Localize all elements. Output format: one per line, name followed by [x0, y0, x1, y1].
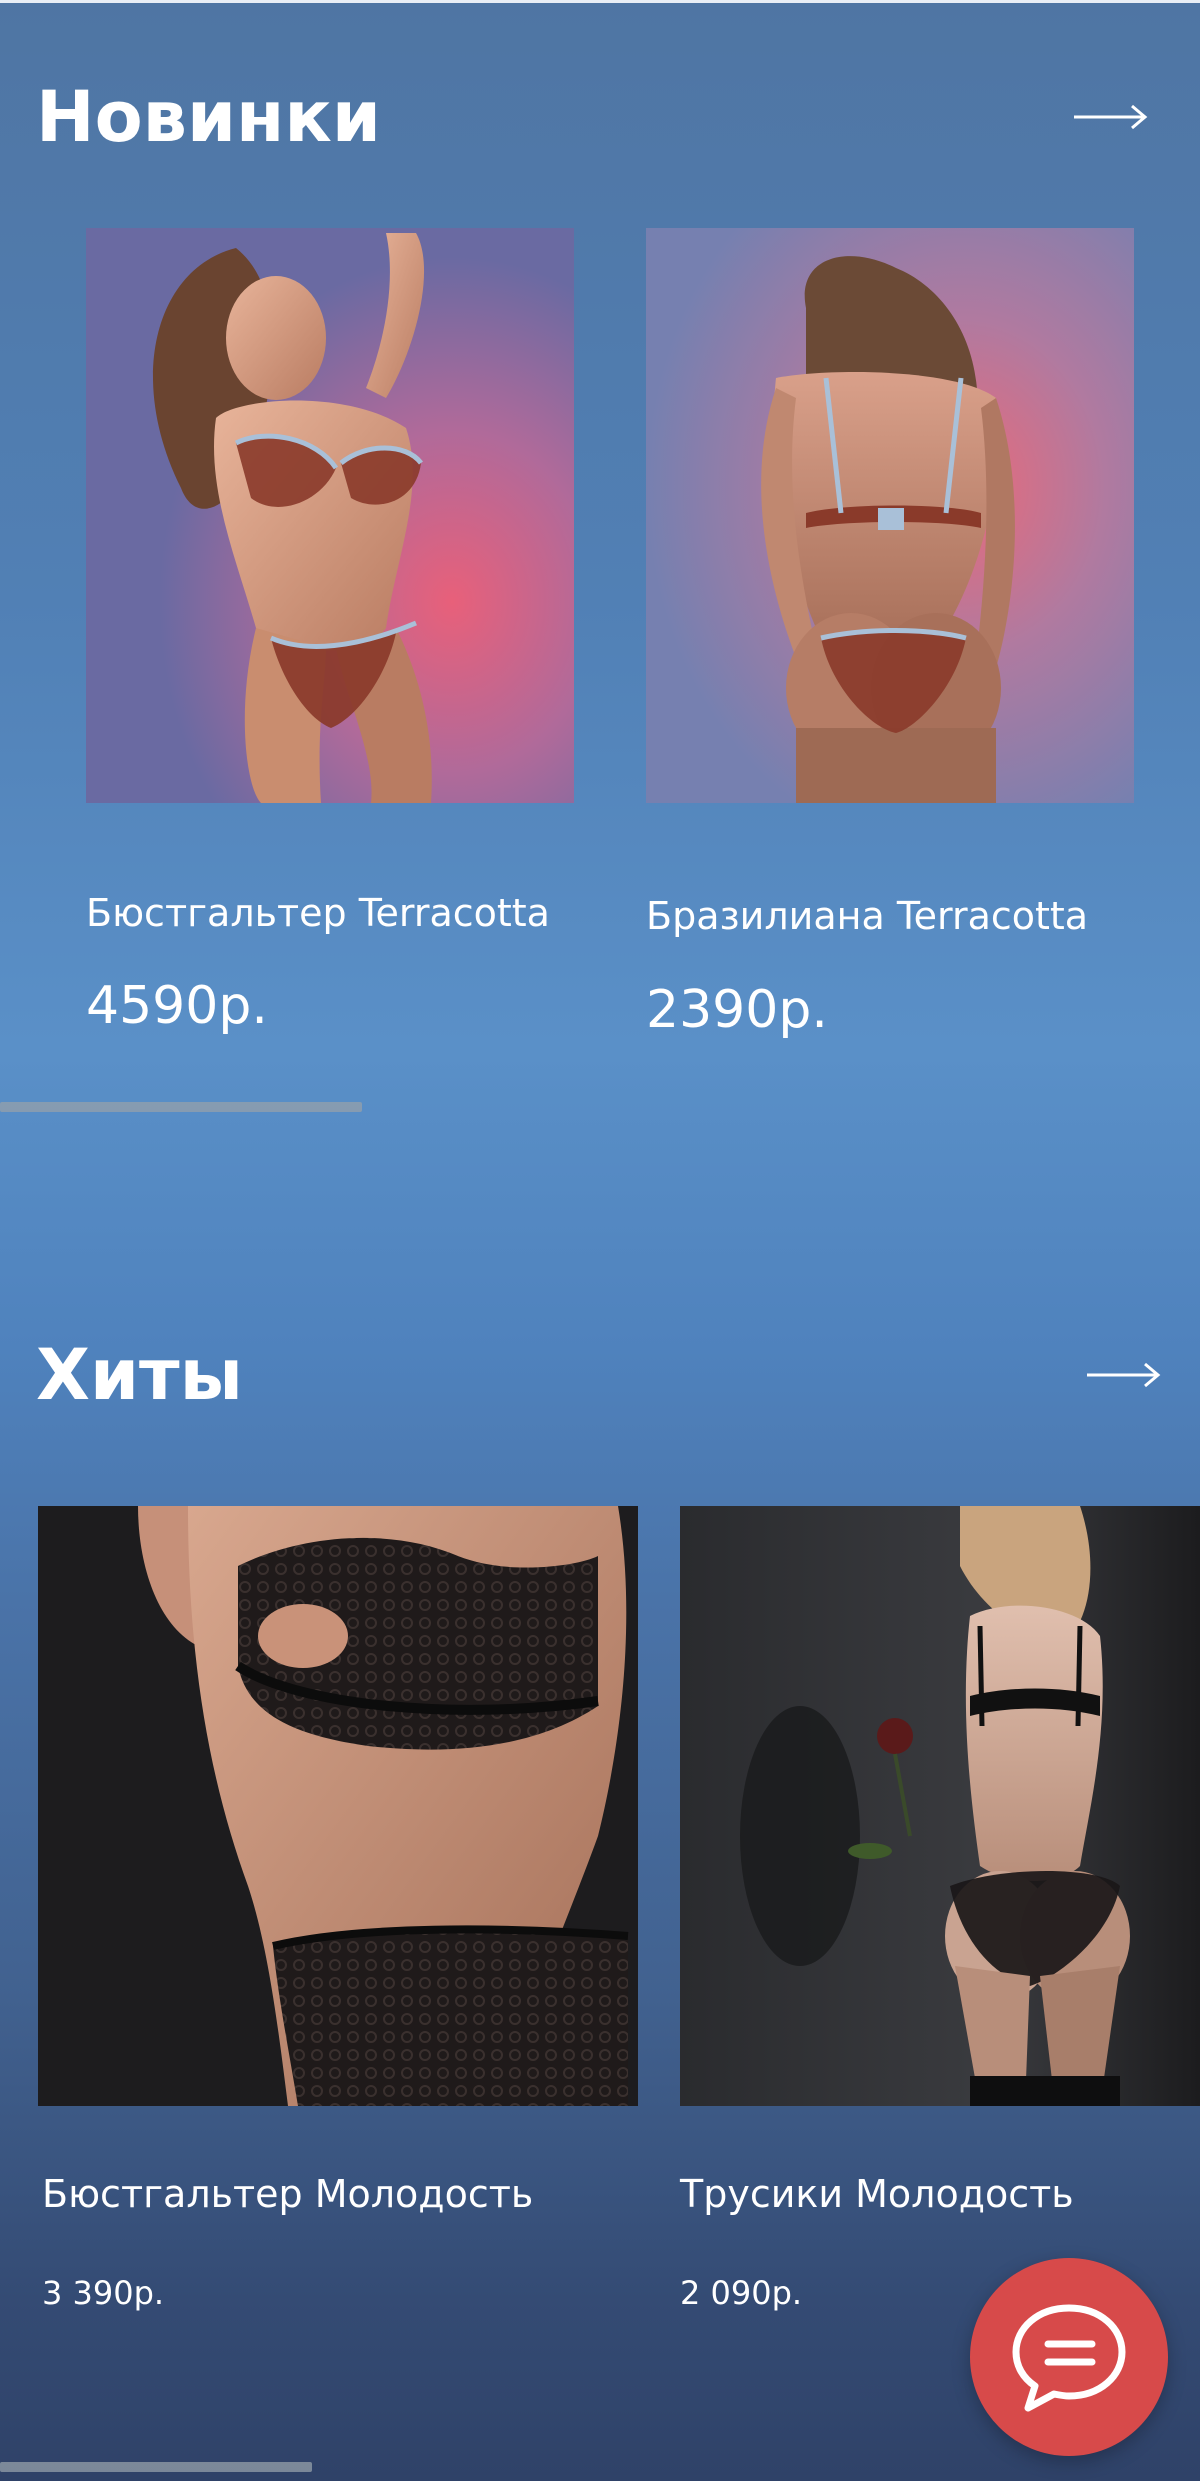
hits-products-carousel[interactable]: Бюстгальтер Молодость 3 390р. Трусики Мо…	[0, 1506, 1200, 2366]
product-name[interactable]: Трусики Молодость	[680, 2172, 1074, 2216]
section-title-hits: Хиты	[36, 1334, 243, 1416]
product-name[interactable]: Бюстгальтер Молодость	[42, 2172, 533, 2216]
product-card[interactable]: Бюстгальтер Terracotta 4590р.	[86, 228, 626, 1048]
hits-carousel-scrollbar[interactable]	[0, 2462, 312, 2472]
product-name[interactable]: Бюстгальтер Terracotta	[86, 891, 550, 935]
new-products-carousel[interactable]: Бюстгальтер Terracotta 4590р. Бразилиана…	[0, 228, 1200, 1108]
section-title-new: Новинки	[36, 76, 381, 158]
product-price: 4590р.	[86, 976, 268, 1036]
product-price: 2390р.	[646, 980, 828, 1040]
product-card[interactable]: Трусики Молодость 2 090р.	[680, 1506, 1200, 2326]
chat-bubble-icon	[1012, 2304, 1126, 2412]
product-card[interactable]: Бразилиана Terracotta 2390р.	[646, 228, 1200, 1048]
product-photo[interactable]	[680, 1506, 1200, 2106]
product-price: 3 390р.	[42, 2274, 165, 2312]
top-divider	[0, 0, 1200, 3]
product-card[interactable]: Бюстгальтер Молодость 3 390р.	[38, 1506, 658, 2326]
hits-see-all-arrow-icon[interactable]	[1083, 1360, 1163, 1394]
new-see-all-arrow-icon[interactable]	[1070, 102, 1150, 136]
product-photo[interactable]	[86, 228, 574, 803]
product-price: 2 090р.	[680, 2274, 803, 2312]
product-photo[interactable]	[38, 1506, 638, 2106]
product-photo[interactable]	[646, 228, 1134, 803]
new-carousel-scrollbar[interactable]	[0, 1102, 362, 1112]
product-name[interactable]: Бразилиана Terracotta	[646, 894, 1088, 938]
chat-button[interactable]	[970, 2258, 1168, 2456]
